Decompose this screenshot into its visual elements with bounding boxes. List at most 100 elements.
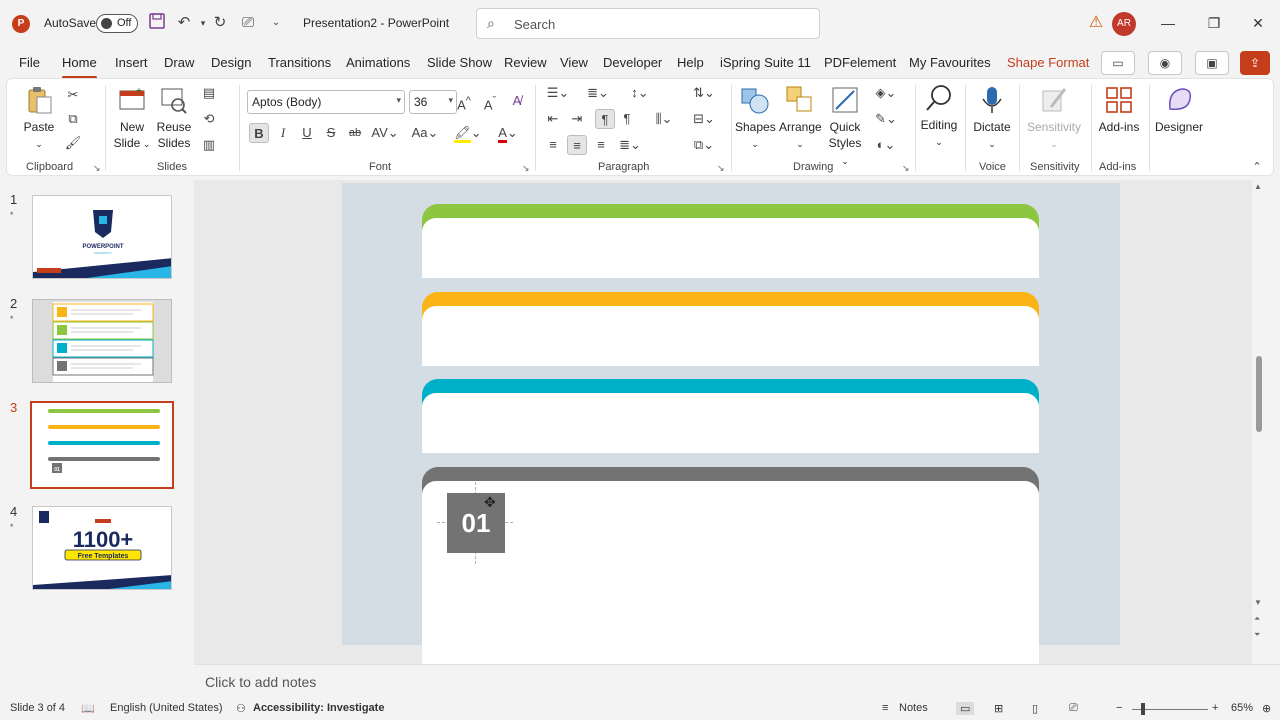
change-case-button[interactable]: Aa⌄ (411, 123, 439, 143)
tab-draw[interactable]: Draw (164, 55, 194, 70)
slide-thumbnail-4[interactable]: 1100+ Free Templates (32, 506, 172, 590)
slide-thumbnail-1[interactable]: POWERPOINT UNIVERSITY (32, 195, 172, 279)
character-spacing-button[interactable]: AV⌄ (371, 123, 399, 143)
decrease-font-icon[interactable]: Aˇ (480, 91, 500, 112)
paragraph-launcher-icon[interactable]: ↘ (717, 163, 725, 174)
dictate-button[interactable]: Dictate ⌄ (971, 85, 1013, 152)
notes-icon[interactable]: ≡ (882, 702, 888, 714)
number-badge[interactable]: 01 (447, 493, 505, 553)
shapes-button[interactable]: Shapes ⌄ (735, 85, 776, 152)
font-size-select[interactable]: 36 ▾ (409, 90, 457, 114)
vertical-scrollbar[interactable]: ▲ ▼ ⏶ ⏷ (1252, 180, 1266, 664)
tab-file[interactable]: File (19, 55, 40, 70)
reuse-slides-button[interactable]: Reuse Slides (155, 85, 193, 151)
content-card-3[interactable] (422, 379, 1039, 453)
tab-design[interactable]: Design (211, 55, 251, 70)
clipboard-launcher-icon[interactable]: ↘ (93, 163, 101, 174)
accessibility-icon[interactable]: ⚇ (236, 702, 246, 715)
tab-review[interactable]: Review (504, 55, 547, 70)
present-icon[interactable]: ⎚ (238, 13, 258, 33)
tab-view[interactable]: View (560, 55, 588, 70)
next-slide-icon[interactable]: ⏷ (1254, 630, 1260, 640)
align-text-button[interactable]: ⊟⌄ (689, 109, 719, 129)
redo-icon[interactable]: ↻ (210, 13, 230, 33)
tab-help[interactable]: Help (677, 55, 704, 70)
numbering-button[interactable]: ≣⌄ (583, 83, 613, 103)
scroll-down-icon[interactable]: ▼ (1254, 598, 1262, 607)
designer-button[interactable]: Designer (1153, 85, 1205, 135)
font-family-select[interactable]: Aptos (Body) ▾ (247, 90, 405, 114)
content-card-1[interactable] (422, 204, 1039, 278)
decrease-indent-icon[interactable]: ⇤ (543, 109, 563, 129)
increase-indent-icon[interactable]: ⇥ (567, 109, 587, 129)
language-indicator[interactable]: English (United States) (110, 702, 223, 714)
rtl-button[interactable]: ¶ (595, 109, 615, 129)
tab-transitions[interactable]: Transitions (268, 55, 331, 70)
new-slide-button[interactable]: + New Slide ⌄ (113, 85, 151, 152)
font-color-button[interactable]: A⌄ (493, 123, 523, 143)
tab-pdfelement[interactable]: PDFelement (824, 55, 896, 70)
tab-slide-show[interactable]: Slide Show (427, 55, 492, 70)
previous-slide-icon[interactable]: ⏶ (1254, 614, 1260, 624)
bold-button[interactable]: B (249, 123, 269, 143)
tab-animations[interactable]: Animations (346, 55, 410, 70)
autosave-toggle[interactable]: Off (96, 14, 138, 33)
quick-styles-button[interactable]: Quick Styles ⌄ (825, 85, 865, 169)
record-icon[interactable]: ◉ (1148, 51, 1182, 75)
section-icon[interactable]: ▥ (199, 135, 219, 155)
content-card-4[interactable] (422, 467, 1039, 664)
columns-button[interactable]: ⫼⌄ (649, 109, 679, 129)
zoom-in-icon[interactable]: + (1212, 702, 1218, 714)
comments-icon[interactable]: ▭ (1101, 51, 1135, 75)
shape-outline-button[interactable]: ✎⌄ (871, 109, 901, 129)
minimize-button[interactable]: — (1148, 8, 1188, 38)
zoom-level[interactable]: 65% (1231, 702, 1253, 714)
scrollbar-thumb[interactable] (1256, 356, 1262, 432)
align-center-icon[interactable]: ≡ (567, 135, 587, 155)
tab-insert[interactable]: Insert (115, 55, 148, 70)
underline-button[interactable]: U (297, 123, 317, 143)
fit-to-window-icon[interactable]: ⊕ (1262, 702, 1271, 715)
avatar[interactable]: AR (1112, 12, 1136, 36)
slide-thumbnail-2[interactable] (32, 299, 172, 383)
tab-my-favourites[interactable]: My Favourites (909, 55, 991, 70)
reading-view-icon[interactable]: ▯ (1032, 702, 1038, 715)
close-button[interactable]: ✕ (1238, 8, 1278, 38)
clear-formatting-icon[interactable]: A̸ (507, 91, 527, 111)
slideshow-icon[interactable]: ⎚ (1069, 702, 1078, 715)
zoom-out-icon[interactable]: − (1116, 702, 1122, 714)
editing-button[interactable]: Editing ⌄ (919, 83, 959, 150)
text-direction-button[interactable]: ⇅⌄ (689, 83, 719, 103)
drawing-launcher-icon[interactable]: ↘ (902, 163, 910, 174)
collapse-ribbon-icon[interactable]: ⌃ (1247, 157, 1267, 177)
normal-view-icon[interactable]: ▭ (956, 702, 975, 715)
shape-fill-button[interactable]: ◈⌄ (871, 83, 901, 103)
tab-home[interactable]: Home (62, 55, 97, 79)
align-left-icon[interactable]: ≡ (543, 135, 563, 155)
strikethrough-button[interactable]: ab (345, 123, 365, 143)
tab-ispring[interactable]: iSpring Suite 11 (720, 55, 811, 70)
font-launcher-icon[interactable]: ↘ (522, 163, 530, 174)
notes-pane[interactable]: Click to add notes (194, 664, 1280, 698)
slide-sorter-icon[interactable]: ⊞ (994, 702, 1003, 715)
search-input[interactable]: ⌕ Search (476, 8, 820, 39)
ltr-button[interactable]: ¶ (617, 109, 637, 129)
increase-font-icon[interactable]: A^ (454, 91, 474, 112)
align-right-icon[interactable]: ≡ (591, 135, 611, 155)
tab-developer[interactable]: Developer (603, 55, 662, 70)
tab-shape-format[interactable]: Shape Format (1007, 55, 1089, 70)
zoom-slider-knob[interactable] (1141, 703, 1145, 715)
format-painter-icon[interactable]: 🖌 (63, 133, 83, 153)
scroll-up-icon[interactable]: ▲ (1254, 182, 1262, 191)
content-card-2[interactable] (422, 292, 1039, 366)
customize-qat-icon[interactable]: ⌄ (266, 13, 286, 33)
sensitivity-button[interactable]: Sensitivity ⌄ (1025, 85, 1083, 152)
justify-button[interactable]: ≣⌄ (615, 135, 645, 155)
smartart-button[interactable]: ⧉⌄ (689, 135, 719, 155)
paste-button[interactable]: Paste ⌄ (19, 85, 59, 152)
arrange-button[interactable]: Arrange ⌄ (779, 85, 822, 152)
accessibility-status[interactable]: Accessibility: Investigate (253, 702, 384, 714)
shadow-button[interactable]: S (321, 123, 341, 143)
highlight-color-button[interactable]: 🖍⌄ (453, 123, 483, 143)
save-icon[interactable] (147, 13, 167, 33)
